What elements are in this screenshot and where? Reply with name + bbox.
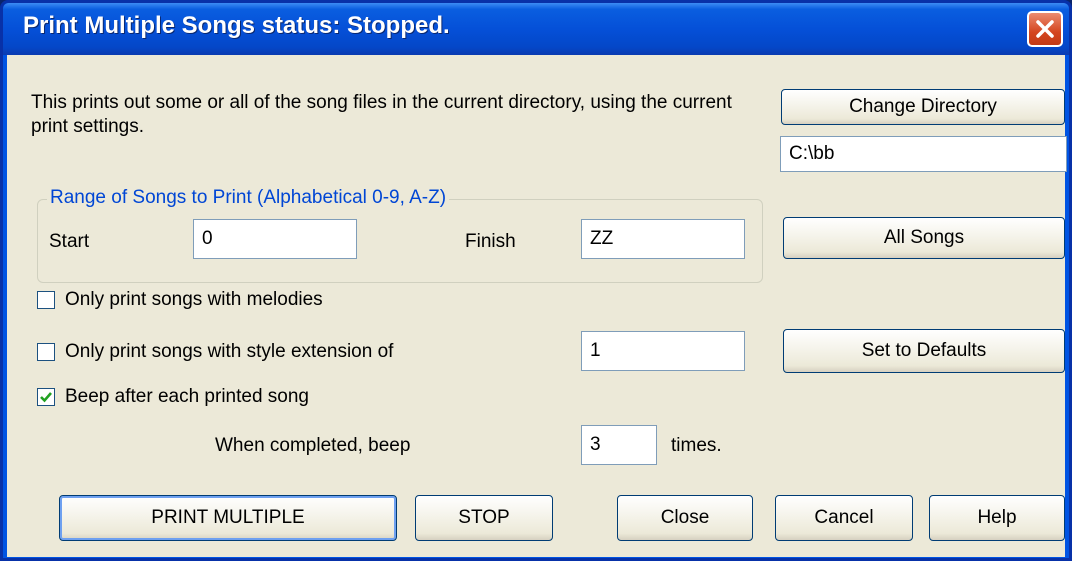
title-bar[interactable]: Print Multiple Songs status: Stopped.: [3, 3, 1069, 55]
close-window-button[interactable]: [1027, 11, 1063, 47]
window-title: Print Multiple Songs status: Stopped.: [23, 12, 450, 39]
close-icon: [1036, 20, 1054, 38]
style-extension-checkbox[interactable]: [37, 343, 55, 361]
melodies-checkbox[interactable]: [37, 291, 55, 309]
start-input[interactable]: [193, 219, 357, 259]
beep-label: Beep after each printed song: [65, 386, 310, 407]
close-button[interactable]: Close: [617, 495, 753, 541]
checkmark-icon: [40, 392, 52, 403]
finish-input[interactable]: [581, 219, 745, 259]
times-label: times.: [671, 435, 722, 456]
dialog-body: This prints out some or all of the song …: [7, 55, 1067, 557]
dialog-window: Print Multiple Songs status: Stopped. Th…: [0, 0, 1072, 561]
cancel-button[interactable]: Cancel: [775, 495, 913, 541]
style-extension-input[interactable]: [581, 331, 745, 371]
start-label: Start: [49, 231, 90, 252]
all-songs-button[interactable]: All Songs: [783, 217, 1065, 259]
description-text: This prints out some or all of the song …: [31, 92, 732, 137]
beep-checkbox[interactable]: [37, 388, 55, 406]
directory-field[interactable]: [780, 136, 1067, 172]
melodies-label: Only print songs with melodies: [65, 289, 323, 310]
beep-count-input[interactable]: [581, 425, 657, 465]
set-to-defaults-button[interactable]: Set to Defaults: [783, 329, 1065, 373]
style-extension-label: Only print songs with style extension of: [65, 341, 394, 362]
range-group-title: Range of Songs to Print (Alphabetical 0-…: [47, 187, 450, 209]
stop-button[interactable]: STOP: [415, 495, 553, 541]
finish-label: Finish: [465, 231, 516, 252]
when-completed-label: When completed, beep: [215, 435, 411, 456]
change-directory-button[interactable]: Change Directory: [781, 89, 1065, 125]
help-button[interactable]: Help: [929, 495, 1065, 541]
print-multiple-button[interactable]: PRINT MULTIPLE: [59, 495, 397, 541]
